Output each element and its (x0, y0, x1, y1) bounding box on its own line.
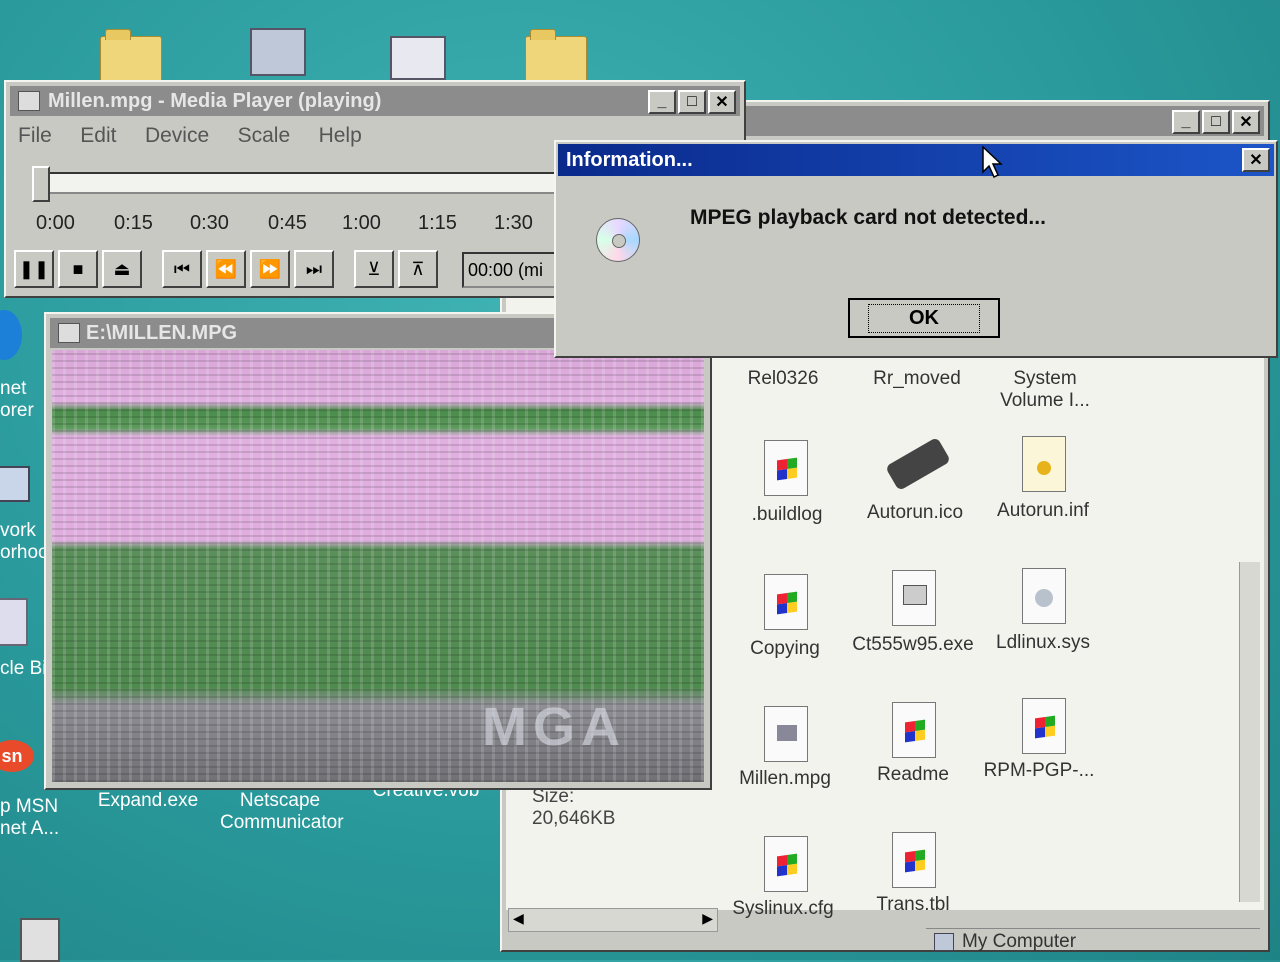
desktop-icon-netscape[interactable]: Netscape Communicator (220, 790, 344, 834)
maximize-button[interactable]: □ (678, 90, 706, 114)
media-player-app-icon (18, 91, 40, 111)
mouse-cursor-icon (982, 146, 1003, 179)
file-item[interactable]: Ldlinux.sys (968, 632, 1118, 654)
minimize-button[interactable]: _ (648, 90, 676, 114)
position-display: 00:00 (mi (462, 252, 562, 288)
start-selection-button[interactable]: ⊻ (354, 250, 394, 288)
tick-label: 0:45 (268, 212, 307, 234)
next-mark-button[interactable]: ⏭ (294, 250, 334, 288)
seek-thumb[interactable] (32, 166, 50, 202)
menu-edit[interactable]: Edit (80, 124, 116, 147)
video-surface: MGA (52, 350, 704, 782)
status-location: My Computer (962, 931, 1077, 952)
pause-button[interactable]: ❚❚ (14, 250, 54, 288)
system-file-icon[interactable] (1022, 568, 1066, 624)
information-dialog: Information... ✕ MPEG playback card not … (554, 140, 1278, 358)
windows-doc-icon[interactable] (892, 702, 936, 758)
windows-doc-icon[interactable] (1022, 698, 1066, 754)
tick-label: 1:00 (342, 212, 381, 234)
minimize-button[interactable]: _ (1172, 110, 1200, 134)
my-computer-icon (934, 933, 954, 951)
ok-label: OK (909, 306, 939, 329)
menu-file[interactable]: File (18, 124, 52, 147)
file-item[interactable]: System Volume I... (970, 368, 1120, 412)
media-player-title: Millen.mpg - Media Player (playing) (48, 89, 382, 112)
media-player-titlebar[interactable]: Millen.mpg - Media Player (playing) (10, 86, 740, 116)
file-item[interactable]: Ct555w95.exe (838, 634, 988, 656)
desktop-icon-expand[interactable]: Expand.exe (88, 790, 208, 812)
video-overlay-text: MGA (482, 697, 626, 757)
menu-scale[interactable]: Scale (238, 124, 291, 147)
menu-bar: File Edit Device Scale Help (18, 124, 386, 148)
inbox-icon[interactable] (390, 36, 446, 80)
scroll-left-icon[interactable]: ◀ (513, 910, 524, 927)
tick-label: 1:15 (418, 212, 457, 234)
vertical-scrollbar[interactable] (1239, 562, 1260, 902)
network-icon[interactable] (0, 466, 30, 502)
previous-mark-button[interactable]: ⏮ (162, 250, 202, 288)
video-title: E:\MILLEN.MPG (86, 321, 238, 344)
file-item[interactable]: Trans.tbl (838, 894, 988, 916)
end-selection-button[interactable]: ⊼ (398, 250, 438, 288)
maximize-button[interactable]: □ (1202, 110, 1230, 134)
rewind-button[interactable]: ⏪ (206, 250, 246, 288)
tick-label: 0:30 (190, 212, 229, 234)
dialog-titlebar[interactable]: Information... (558, 144, 1274, 176)
folder-icon[interactable] (100, 29, 162, 86)
tick-label: 0:00 (36, 212, 75, 234)
msn-icon[interactable]: sn (0, 740, 34, 772)
ok-button-focus: OK (868, 303, 980, 333)
ok-button[interactable]: OK (848, 298, 1000, 338)
cd-icon (596, 218, 640, 262)
windows-doc-icon[interactable] (892, 832, 936, 888)
close-button[interactable]: ✕ (708, 90, 736, 114)
executable-icon[interactable] (892, 570, 936, 626)
recycle-bin-icon[interactable] (0, 598, 28, 646)
details-size-value: 20,646KB (532, 808, 616, 829)
dialog-message: MPEG playback card not detected... (690, 206, 1046, 229)
folder-icon[interactable] (525, 29, 587, 86)
windows-doc-icon[interactable] (764, 574, 808, 630)
close-button[interactable]: ✕ (1232, 110, 1260, 134)
settings-doc-icon[interactable] (1022, 436, 1066, 492)
eject-button[interactable]: ⏏ (102, 250, 142, 288)
menu-help[interactable]: Help (319, 124, 362, 147)
stop-button[interactable]: ■ (58, 250, 98, 288)
tick-label: 0:15 (114, 212, 153, 234)
file-item[interactable]: Autorun.inf (968, 500, 1118, 522)
windows-doc-icon[interactable] (764, 440, 808, 496)
ie-icon[interactable] (0, 310, 22, 360)
tick-label: 1:30 (494, 212, 533, 234)
statusbar: My Computer (926, 928, 1260, 955)
video-app-icon (58, 323, 80, 343)
computer-icon[interactable] (250, 28, 306, 76)
horizontal-scrollbar[interactable]: ◀ ▶ (508, 908, 718, 932)
file-item[interactable]: Syslinux.cfg (708, 898, 858, 920)
windows-doc-icon[interactable] (764, 836, 808, 892)
fast-forward-button[interactable]: ⏩ (250, 250, 290, 288)
menu-device[interactable]: Device (145, 124, 209, 147)
file-item[interactable]: RPM-PGP-... (964, 760, 1114, 782)
video-file-icon[interactable] (764, 706, 808, 762)
dialog-title: Information... (566, 148, 693, 171)
dialog-close-button[interactable]: ✕ (1242, 148, 1270, 172)
printer-icon[interactable] (20, 918, 60, 962)
file-item[interactable]: Rel0326 (708, 368, 858, 390)
